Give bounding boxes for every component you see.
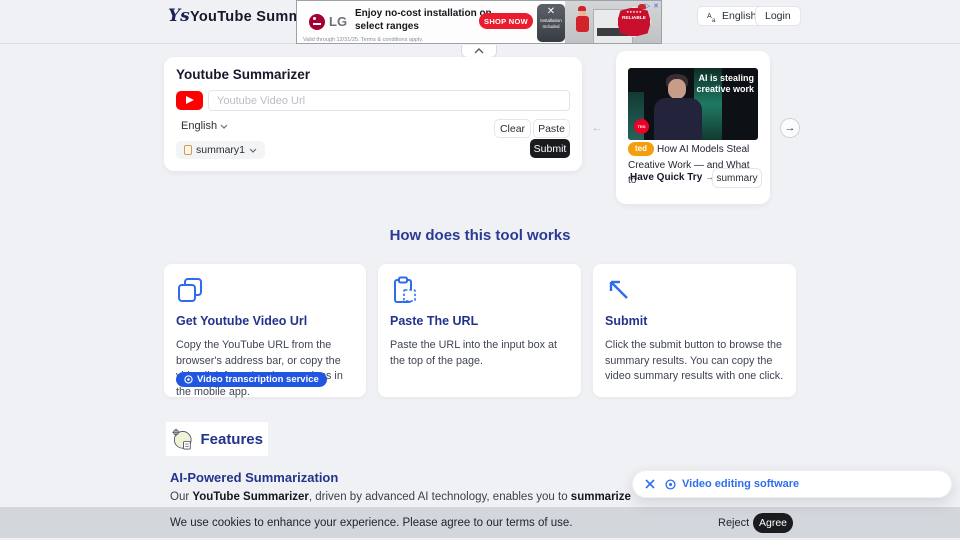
ad-banner[interactable]: LG Enjoy no-cost installation on select …: [296, 0, 662, 44]
copy-icon: [178, 278, 202, 302]
ad-brand: LG: [329, 14, 348, 29]
language-label: English: [722, 10, 757, 22]
svg-text:a: a: [712, 18, 716, 22]
paste-button[interactable]: Paste: [533, 119, 570, 138]
chevron-down-icon: [220, 124, 228, 129]
ted-logo-icon: TED: [634, 119, 649, 134]
language-select[interactable]: English: [181, 120, 228, 132]
summarizer-card: Youtube Summarizer English Clear Paste s…: [164, 57, 582, 171]
adchoices-icon[interactable]: ▷: [645, 3, 650, 11]
quick-try-button[interactable]: Have Quick Try →: [630, 172, 715, 183]
submit-button[interactable]: Submit: [530, 139, 570, 158]
clear-button[interactable]: Clear: [494, 119, 531, 138]
translate-icon: A a: [707, 13, 716, 22]
ad-installation-badge: ✕ Installation Included: [537, 4, 565, 42]
paste-icon: [394, 276, 416, 303]
cookie-message: We use cookies to enhance your experienc…: [170, 516, 573, 529]
tooltip-label: Video editing software: [682, 478, 800, 490]
tools-icon: ✕: [546, 6, 556, 17]
close-icon[interactable]: [645, 479, 655, 489]
ad-close-icon[interactable]: ✕: [653, 3, 659, 11]
carousel-next-button[interactable]: →: [780, 118, 800, 138]
how-card-text: Paste the URL into the input box at the …: [390, 339, 558, 367]
ad-fine-print: Valid through 12/31/25. Terms & conditio…: [303, 37, 424, 43]
feature-body-text: Our YouTube Summarizer, driven by advanc…: [170, 491, 631, 503]
cookie-banner: We use cookies to enhance your experienc…: [0, 507, 960, 538]
ad-headline: Enjoy no-cost installation on select ran…: [355, 8, 492, 32]
reject-cookies-button[interactable]: Reject: [718, 517, 749, 529]
how-card-get-url: Get Youtube Video Url Copy the YouTube U…: [164, 264, 366, 398]
features-header: Features: [166, 422, 268, 456]
document-icon: [184, 145, 192, 155]
summary-type-select[interactable]: summary1: [176, 141, 266, 159]
speaker-figure: [654, 98, 702, 140]
ad-shop-now-button[interactable]: SHOP NOW: [479, 13, 533, 29]
site-logo-icon[interactable]: Ys: [168, 6, 190, 26]
how-it-works-title: How does this tool works: [389, 227, 571, 244]
chevron-down-icon: [249, 148, 257, 153]
video-thumbnail[interactable]: AI is stealing creative work TED: [628, 68, 758, 140]
summarizer-title: Youtube Summarizer: [176, 67, 311, 82]
target-icon: [184, 375, 193, 384]
login-button[interactable]: Login: [755, 6, 801, 26]
how-card-submit: Submit Click the submit button to browse…: [593, 264, 796, 397]
carousel-prev-button[interactable]: ←: [587, 118, 607, 138]
how-card-paste-url: Paste The URL Paste the URL into the inp…: [378, 264, 581, 397]
how-card-title: Submit: [605, 314, 648, 328]
example-video-card: AI is stealing creative work TED ted How …: [616, 51, 770, 204]
cursor-arrow-icon: [609, 280, 628, 299]
how-card-title: Get Youtube Video Url: [176, 314, 308, 328]
video-url-input[interactable]: [208, 90, 570, 111]
how-card-title: Paste The URL: [390, 314, 479, 328]
lg-logo-icon: [309, 14, 325, 30]
target-icon: [665, 478, 676, 490]
login-label: Login: [765, 10, 791, 22]
ad-badge-label: Installation Included: [540, 18, 562, 29]
thumbnail-caption: AI is stealing creative work: [696, 73, 754, 95]
ad-reliable-ribbon: ★★★★★ RELIABLE: [617, 7, 651, 37]
how-card-text: Copy the YouTube URL from the browser's …: [176, 339, 343, 398]
arrow-right-icon: →: [784, 122, 796, 134]
chevron-up-icon: [474, 48, 484, 54]
features-title: Features: [200, 430, 263, 448]
agree-cookies-button[interactable]: Agree: [753, 512, 793, 533]
arrow-left-icon: ←: [591, 122, 603, 134]
features-icon: [172, 428, 192, 450]
how-card-text: Click the submit button to browse the su…: [605, 339, 784, 383]
youtube-icon: [176, 91, 203, 110]
ad-worker-figure: [575, 6, 589, 32]
video-editing-tooltip[interactable]: Video editing software: [632, 470, 952, 498]
feature-subtitle: AI-Powered Summarization: [170, 470, 339, 485]
ted-badge: ted: [628, 142, 654, 157]
summary-example-button[interactable]: summary: [712, 168, 762, 188]
transcription-service-badge[interactable]: Video transcription service: [176, 372, 327, 387]
ad-photo: ★★★★★ RELIABLE ▷ ✕: [565, 1, 661, 43]
